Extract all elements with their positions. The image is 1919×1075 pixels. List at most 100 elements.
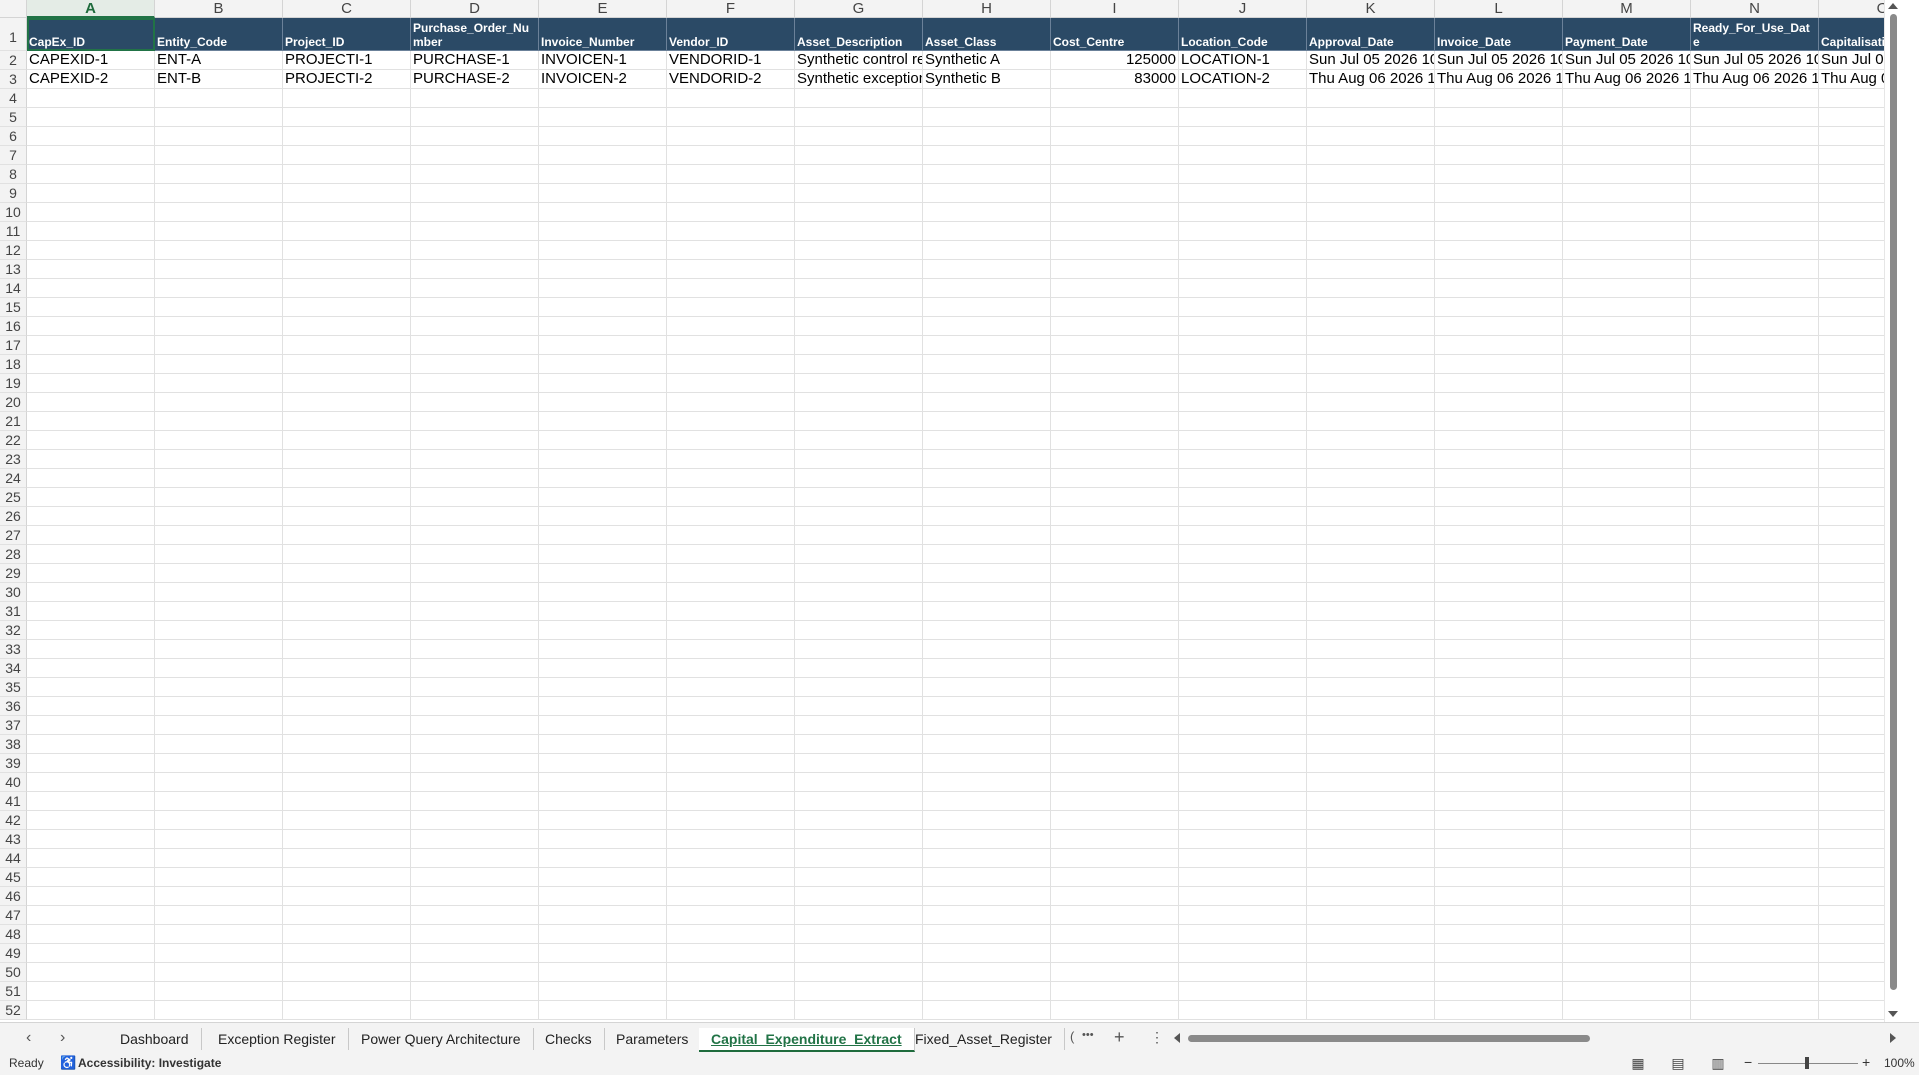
column-header-m[interactable]: M bbox=[1563, 0, 1691, 18]
row-header-12[interactable]: 12 bbox=[0, 241, 27, 260]
row-header-11[interactable]: 11 bbox=[0, 222, 27, 241]
data-cell[interactable]: INVOICEN-1 bbox=[539, 51, 667, 70]
data-cell[interactable]: PURCHASE-2 bbox=[411, 70, 539, 89]
row-header-21[interactable]: 21 bbox=[0, 412, 27, 431]
row-header-23[interactable]: 23 bbox=[0, 450, 27, 469]
row-header-39[interactable]: 39 bbox=[0, 754, 27, 773]
vertical-scroll-thumb[interactable] bbox=[1890, 14, 1897, 990]
row-header-50[interactable]: 50 bbox=[0, 963, 27, 982]
horizontal-scrollbar[interactable] bbox=[1174, 1032, 1902, 1044]
spreadsheet-grid[interactable]: A B C D E F G H I J K L M N O 1 2 3 4 5 6 7 8 9 10 11 12 13 14 15 16 17… bbox=[0, 0, 1902, 1022]
row-header-18[interactable]: 18 bbox=[0, 355, 27, 374]
row-header-3[interactable]: 3 bbox=[0, 70, 27, 89]
row-header-26[interactable]: 26 bbox=[0, 507, 27, 526]
column-header-b[interactable]: B bbox=[155, 0, 283, 18]
data-cell[interactable]: Synthetic control re bbox=[795, 51, 923, 70]
row-header-34[interactable]: 34 bbox=[0, 659, 27, 678]
data-cell[interactable]: Sun Jul 05 2026 10 bbox=[1435, 51, 1563, 70]
vertical-scrollbar[interactable] bbox=[1884, 0, 1902, 1022]
row-header-32[interactable]: 32 bbox=[0, 621, 27, 640]
header-cell-f[interactable]: Vendor_ID bbox=[667, 18, 795, 51]
row-header-35[interactable]: 35 bbox=[0, 678, 27, 697]
data-cell[interactable]: ENT-B bbox=[155, 70, 283, 89]
row-header-10[interactable]: 10 bbox=[0, 203, 27, 222]
header-cell-n[interactable]: Ready_For_Use_Date bbox=[1691, 18, 1819, 51]
row-header-47[interactable]: 47 bbox=[0, 906, 27, 925]
data-cell[interactable]: 125000 bbox=[1051, 51, 1179, 70]
row-header-25[interactable]: 25 bbox=[0, 488, 27, 507]
row-header-41[interactable]: 41 bbox=[0, 792, 27, 811]
column-header-g[interactable]: G bbox=[795, 0, 923, 18]
data-cell[interactable]: VENDORID-2 bbox=[667, 70, 795, 89]
row-header-30[interactable]: 30 bbox=[0, 583, 27, 602]
data-cell[interactable]: LOCATION-1 bbox=[1179, 51, 1307, 70]
tab-next-icon[interactable]: › bbox=[60, 1029, 65, 1047]
normal-view-icon[interactable]: ▦ bbox=[1630, 1055, 1646, 1071]
data-cell[interactable]: Synthetic exception bbox=[795, 70, 923, 89]
data-cell[interactable]: ENT-A bbox=[155, 51, 283, 70]
row-header-44[interactable]: 44 bbox=[0, 849, 27, 868]
header-cell-a[interactable]: CapEx_ID bbox=[27, 18, 155, 51]
row-header-33[interactable]: 33 bbox=[0, 640, 27, 659]
row-header-48[interactable]: 48 bbox=[0, 925, 27, 944]
row-header-52[interactable]: 52 bbox=[0, 1001, 27, 1020]
row-header-4[interactable]: 4 bbox=[0, 89, 27, 108]
tab-prev-icon[interactable]: ‹ bbox=[26, 1029, 31, 1047]
add-sheet-button[interactable]: + bbox=[1114, 1027, 1125, 1048]
data-cell[interactable]: PURCHASE-1 bbox=[411, 51, 539, 70]
row-header-6[interactable]: 6 bbox=[0, 127, 27, 146]
row-header-29[interactable]: 29 bbox=[0, 564, 27, 583]
column-header-f[interactable]: F bbox=[667, 0, 795, 18]
zoom-slider-knob[interactable] bbox=[1805, 1057, 1809, 1069]
data-cell[interactable]: Thu Aug 06 2026 1( bbox=[1307, 70, 1435, 89]
more-tabs-icon[interactable]: ••• bbox=[1082, 1029, 1094, 1041]
zoom-level[interactable]: 100% bbox=[1884, 1056, 1915, 1070]
row-header-40[interactable]: 40 bbox=[0, 773, 27, 792]
header-cell-m[interactable]: Payment_Date bbox=[1563, 18, 1691, 51]
tab-capital-expenditure-extract[interactable]: Capital_Expenditure_Extract bbox=[699, 1028, 915, 1052]
row-header-38[interactable]: 38 bbox=[0, 735, 27, 754]
data-cell[interactable]: Thu Aug 06 2026 1( bbox=[1435, 70, 1563, 89]
header-cell-d[interactable]: Purchase_Order_Number bbox=[411, 18, 539, 51]
horizontal-scroll-thumb[interactable] bbox=[1188, 1035, 1590, 1042]
scroll-right-icon[interactable] bbox=[1890, 1033, 1896, 1043]
scroll-up-icon[interactable] bbox=[1888, 3, 1898, 9]
tab-exception-register[interactable]: Exception Register bbox=[206, 1028, 349, 1050]
row-header-24[interactable]: 24 bbox=[0, 469, 27, 488]
zoom-out-button[interactable]: − bbox=[1744, 1054, 1752, 1070]
select-all-corner[interactable] bbox=[0, 0, 27, 18]
row-header-22[interactable]: 22 bbox=[0, 431, 27, 450]
column-header-n[interactable]: N bbox=[1691, 0, 1819, 18]
header-cell-g[interactable]: Asset_Description bbox=[795, 18, 923, 51]
accessibility-icon[interactable]: ♿ bbox=[60, 1055, 76, 1071]
column-header-a[interactable]: A bbox=[27, 0, 155, 18]
column-header-e[interactable]: E bbox=[539, 0, 667, 18]
scroll-left-icon[interactable] bbox=[1174, 1033, 1180, 1043]
data-cell[interactable]: Thu Aug 06 2026 1( bbox=[1563, 70, 1691, 89]
data-cell[interactable]: CAPEXID-1 bbox=[27, 51, 155, 70]
header-cell-b[interactable]: Entity_Code bbox=[155, 18, 283, 51]
data-cell[interactable]: Sun Jul 05 2026 10 bbox=[1563, 51, 1691, 70]
column-header-l[interactable]: L bbox=[1435, 0, 1563, 18]
row-header-43[interactable]: 43 bbox=[0, 830, 27, 849]
header-cell-c[interactable]: Project_ID bbox=[283, 18, 411, 51]
tab-fixed-asset-register[interactable]: Fixed_Asset_Register bbox=[903, 1028, 1065, 1050]
row-header-19[interactable]: 19 bbox=[0, 374, 27, 393]
row-header-37[interactable]: 37 bbox=[0, 716, 27, 735]
data-cell[interactable]: PROJECTI-2 bbox=[283, 70, 411, 89]
row-header-15[interactable]: 15 bbox=[0, 298, 27, 317]
header-cell-l[interactable]: Invoice_Date bbox=[1435, 18, 1563, 51]
header-cell-h[interactable]: Asset_Class bbox=[923, 18, 1051, 51]
header-cell-j[interactable]: Location_Code bbox=[1179, 18, 1307, 51]
page-break-preview-icon[interactable]: ▥ bbox=[1710, 1055, 1726, 1071]
data-cell[interactable]: Synthetic B bbox=[923, 70, 1051, 89]
row-header-2[interactable]: 2 bbox=[0, 51, 27, 70]
data-cell[interactable]: 83000 bbox=[1051, 70, 1179, 89]
data-cell[interactable]: CAPEXID-2 bbox=[27, 70, 155, 89]
row-header-27[interactable]: 27 bbox=[0, 526, 27, 545]
row-header-1[interactable]: 1 bbox=[0, 18, 27, 51]
row-header-36[interactable]: 36 bbox=[0, 697, 27, 716]
zoom-in-button[interactable]: + bbox=[1862, 1054, 1870, 1070]
column-header-j[interactable]: J bbox=[1179, 0, 1307, 18]
header-cell-k[interactable]: Approval_Date bbox=[1307, 18, 1435, 51]
